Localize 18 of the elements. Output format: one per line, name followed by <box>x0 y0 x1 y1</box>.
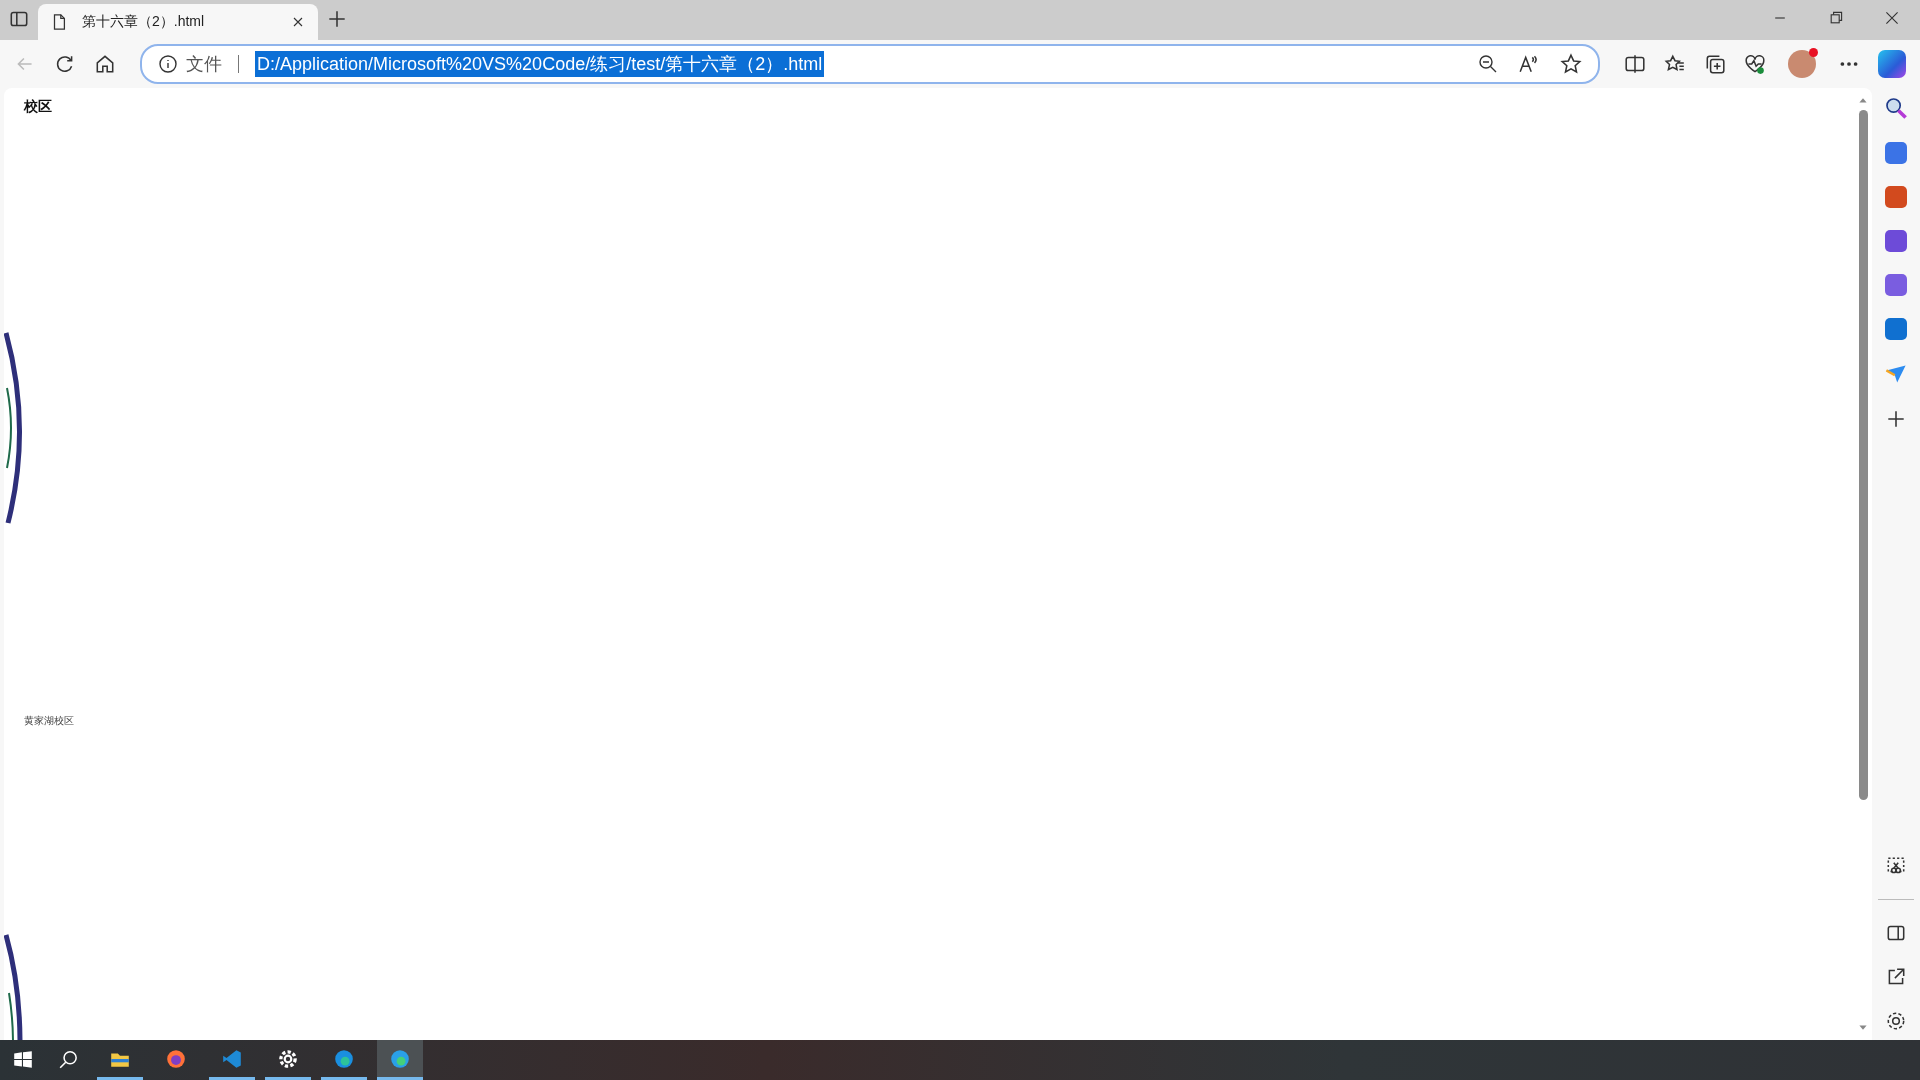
browser-icon <box>389 1047 411 1070</box>
page-heading: 校区 <box>24 98 52 116</box>
url-text: D:/Application/Microsoft%20VS%20Code/练习/test/第十六章（2）.html <box>255 51 825 77</box>
new-tab-icon[interactable] <box>326 8 348 30</box>
campus-label: 黄家湖校区 <box>24 714 74 728</box>
search-icon[interactable] <box>1884 96 1908 120</box>
scrollbar-thumb[interactable] <box>1858 110 1868 800</box>
settings-icon[interactable] <box>1885 1010 1907 1032</box>
add-icon[interactable] <box>1885 408 1907 430</box>
file-scheme-label: 文件 <box>186 53 222 76</box>
settings-icon <box>277 1047 299 1070</box>
firefox-icon <box>165 1047 187 1070</box>
address-bar[interactable]: 文件 D:/Application/Microsoft%20VS%20Code/练习/test/第十六章（2）.html <box>140 44 1600 84</box>
code-editor-icon <box>221 1047 243 1070</box>
profile-avatar[interactable] <box>1788 50 1816 78</box>
browser-icon <box>333 1047 355 1070</box>
browser-tab[interactable]: 第十六章（2）.html <box>38 4 318 40</box>
info-icon <box>158 54 178 74</box>
